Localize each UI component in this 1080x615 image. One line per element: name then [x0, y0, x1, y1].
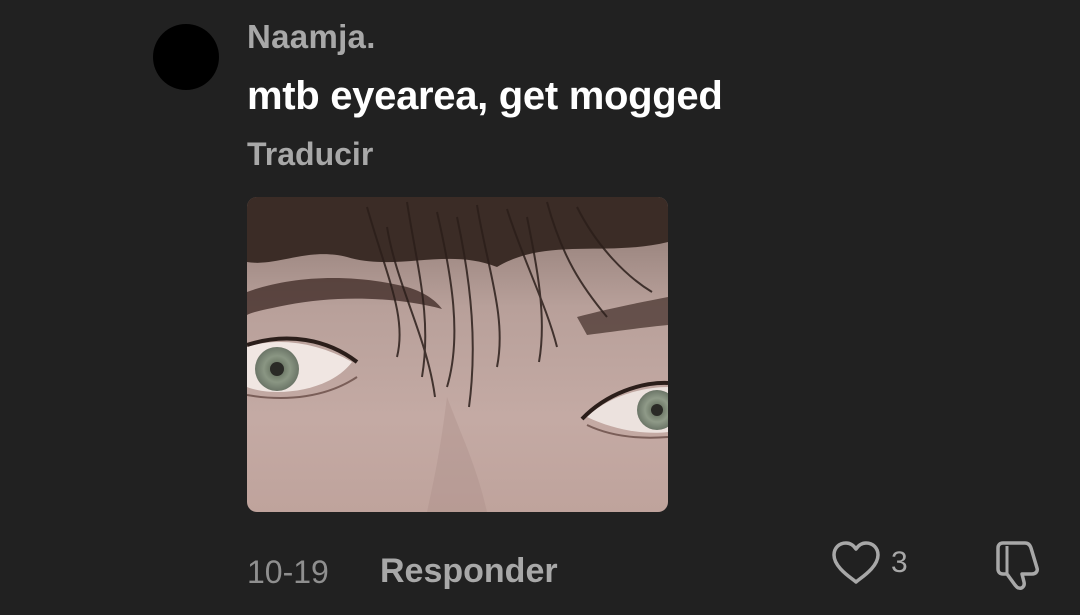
- comment-image[interactable]: [247, 197, 668, 512]
- eyes-photo: [247, 197, 668, 512]
- heart-outline-icon: [832, 541, 880, 584]
- comment-username[interactable]: Naamja.: [247, 18, 376, 56]
- avatar[interactable]: [153, 24, 219, 90]
- thumbs-down-icon: [996, 541, 1039, 590]
- reply-button[interactable]: Responder: [380, 552, 558, 591]
- like-count: 3: [891, 546, 908, 579]
- like-button[interactable]: [830, 540, 882, 586]
- comment-text: mtb eyearea, get mogged: [247, 74, 723, 118]
- comment-screen: Naamja. mtb eyearea, get mogged Traducir: [0, 0, 1080, 615]
- dislike-button[interactable]: [992, 538, 1044, 592]
- translate-link[interactable]: Traducir: [247, 136, 373, 173]
- comment-date: 10-19: [247, 554, 329, 590]
